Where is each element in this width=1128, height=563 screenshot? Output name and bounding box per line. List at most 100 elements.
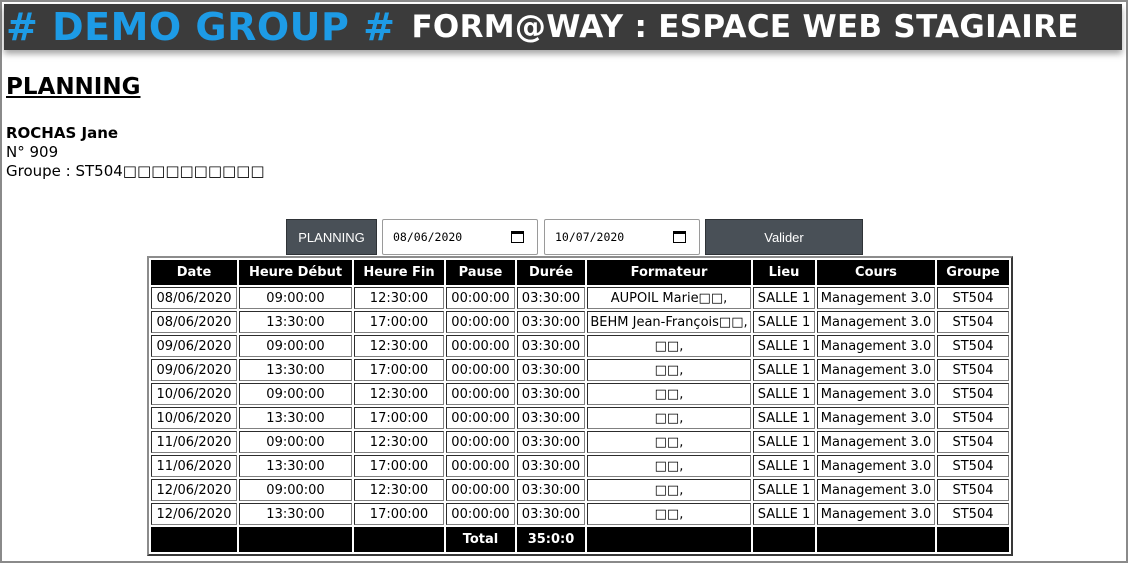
table-cell: 00:00:00 (446, 431, 515, 453)
total-cell-empty (239, 527, 352, 552)
table-cell: Management 3.0 (817, 455, 935, 477)
date-from-input[interactable]: 08/06/2020 (382, 219, 538, 255)
table-cell: ST504 (937, 335, 1009, 357)
table-cell: 03:30:00 (517, 479, 585, 501)
table-cell: 11/06/2020 (151, 431, 237, 453)
table-cell: ST504 (937, 407, 1009, 429)
table-cell: 09:00:00 (239, 335, 352, 357)
table-cell: SALLE 1 (753, 431, 815, 453)
table-cell: 00:00:00 (446, 503, 515, 525)
table-cell: SALLE 1 (753, 455, 815, 477)
header-banner: # DEMO GROUP # FORM@WAY : ESPACE WEB STA… (4, 4, 1122, 50)
table-cell: 09:00:00 (239, 287, 352, 309)
table-cell: 09:00:00 (239, 383, 352, 405)
total-cell-empty (753, 527, 815, 552)
table-cell: Management 3.0 (817, 503, 935, 525)
calendar-icon[interactable] (673, 231, 686, 243)
table-cell: 11/06/2020 (151, 455, 237, 477)
trainee-group: Groupe : ST504□□□□□□□□□□ (6, 162, 265, 180)
brand-title: # DEMO GROUP # (6, 5, 396, 49)
table-cell: SALLE 1 (753, 383, 815, 405)
table-cell: 12:30:00 (354, 335, 444, 357)
table-cell: 03:30:00 (517, 383, 585, 405)
table-cell: Management 3.0 (817, 311, 935, 333)
table-cell: ST504 (937, 311, 1009, 333)
table-cell: SALLE 1 (753, 287, 815, 309)
table-cell: 03:30:00 (517, 359, 585, 381)
table-row: 08/06/2020 13:30:00 17:00:00 00:00:00 03:30:… (151, 311, 1009, 333)
table-cell: SALLE 1 (753, 335, 815, 357)
table-cell: 12:30:00 (354, 431, 444, 453)
table-cell: SALLE 1 (753, 359, 815, 381)
table-cell: 00:00:00 (446, 479, 515, 501)
table-cell: 17:00:00 (354, 359, 444, 381)
table-row: 11/06/2020 13:30:00 17:00:00 00:00:00 03:30:… (151, 455, 1009, 477)
date-from-value: 08/06/2020 (393, 230, 463, 244)
table-cell: 10/06/2020 (151, 407, 237, 429)
table-cell: ST504 (937, 383, 1009, 405)
planning-table: Date Heure Début Heure Fin Pause Durée F… (147, 256, 1013, 556)
table-cell: 03:30:00 (517, 431, 585, 453)
total-cell-empty (817, 527, 935, 552)
table-cell: 17:00:00 (354, 311, 444, 333)
table-cell: ST504 (937, 287, 1009, 309)
table-cell: SALLE 1 (753, 311, 815, 333)
table-cell: 12:30:00 (354, 287, 444, 309)
table-cell: 00:00:00 (446, 407, 515, 429)
table-cell: ST504 (937, 431, 1009, 453)
table-cell: ST504 (937, 455, 1009, 477)
table-row: 10/06/2020 13:30:00 17:00:00 00:00:00 03:30:… (151, 407, 1009, 429)
column-header-trainer: Formateur (587, 260, 751, 285)
table-cell: 08/06/2020 (151, 287, 237, 309)
table-row: 10/06/2020 09:00:00 12:30:00 00:00:00 03:30:… (151, 383, 1009, 405)
table-cell: 13:30:00 (239, 311, 352, 333)
column-header-end: Heure Fin (354, 260, 444, 285)
trainee-name: ROCHAS Jane (6, 124, 119, 142)
table-cell: AUPOIL Marie□□, (587, 287, 751, 309)
submit-button[interactable]: Valider (705, 219, 863, 255)
column-header-location: Lieu (753, 260, 815, 285)
table-cell: 12:30:00 (354, 383, 444, 405)
table-cell: SALLE 1 (753, 479, 815, 501)
table-row: 09/06/2020 09:00:00 12:30:00 00:00:00 03:30:… (151, 335, 1009, 357)
table-cell: 13:30:00 (239, 503, 352, 525)
date-to-value: 10/07/2020 (555, 230, 625, 244)
table-cell: 00:00:00 (446, 311, 515, 333)
table-cell: Management 3.0 (817, 287, 935, 309)
table-cell: 12:30:00 (354, 479, 444, 501)
portal-subtitle: FORM@WAY : ESPACE WEB STAGIAIRE (411, 9, 1079, 45)
table-cell: □□, (587, 479, 751, 501)
trainee-info: ROCHAS Jane N° 909 Groupe : ST504□□□□□□□… (6, 124, 265, 181)
table-cell: 00:00:00 (446, 359, 515, 381)
table-cell: 17:00:00 (354, 407, 444, 429)
table-cell: 03:30:00 (517, 287, 585, 309)
table-header-row: Date Heure Début Heure Fin Pause Durée F… (151, 260, 1009, 285)
column-header-start: Heure Début (239, 260, 352, 285)
table-cell: □□, (587, 335, 751, 357)
table-cell: 13:30:00 (239, 455, 352, 477)
table-cell: 00:00:00 (446, 383, 515, 405)
table-cell: Management 3.0 (817, 335, 935, 357)
table-cell: 12/06/2020 (151, 479, 237, 501)
date-to-input[interactable]: 10/07/2020 (544, 219, 700, 255)
table-cell: 00:00:00 (446, 335, 515, 357)
table-cell: 03:30:00 (517, 455, 585, 477)
table-cell: 03:30:00 (517, 335, 585, 357)
table-row: 12/06/2020 09:00:00 12:30:00 00:00:00 03:30:… (151, 479, 1009, 501)
table-cell: 17:00:00 (354, 503, 444, 525)
total-cell-empty (354, 527, 444, 552)
planning-button[interactable]: PLANNING (286, 219, 377, 255)
column-header-duration: Durée (517, 260, 585, 285)
table-cell: Management 3.0 (817, 479, 935, 501)
table-cell: 03:30:00 (517, 503, 585, 525)
column-header-course: Cours (817, 260, 935, 285)
table-cell: Management 3.0 (817, 431, 935, 453)
table-cell: □□, (587, 455, 751, 477)
table-cell: ST504 (937, 503, 1009, 525)
calendar-icon[interactable] (511, 231, 524, 243)
total-cell-empty (587, 527, 751, 552)
table-cell: □□, (587, 503, 751, 525)
column-header-group: Groupe (937, 260, 1009, 285)
total-cell-empty (937, 527, 1009, 552)
table-cell: □□, (587, 383, 751, 405)
